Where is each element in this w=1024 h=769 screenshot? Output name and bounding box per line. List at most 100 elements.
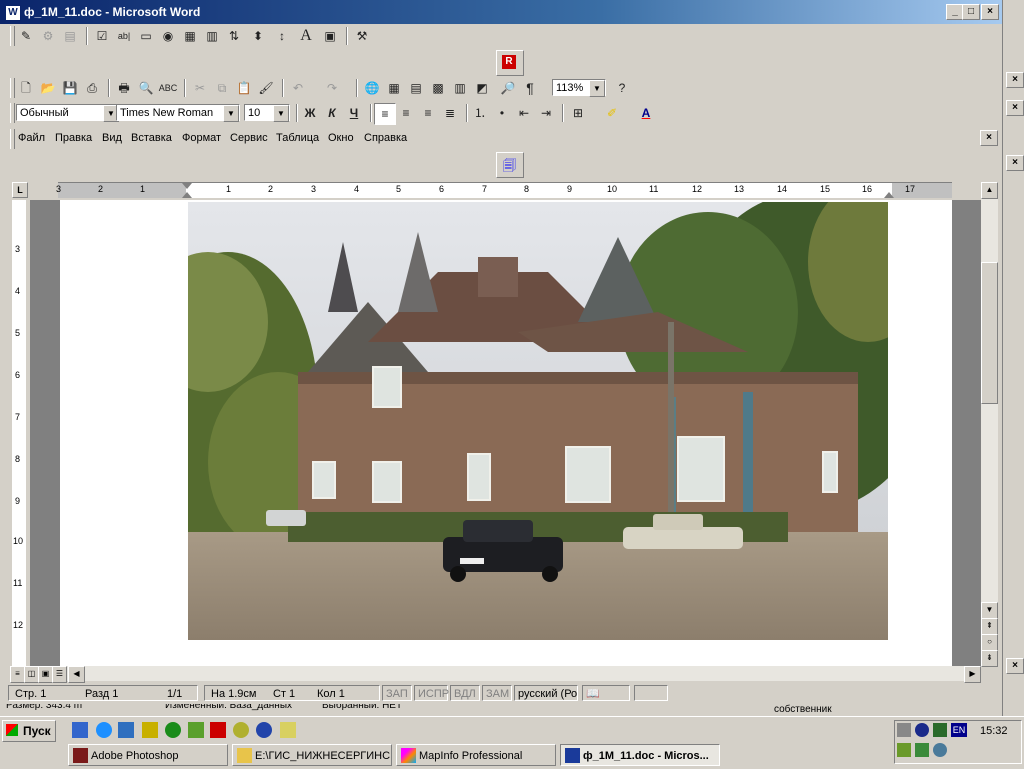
taskbar-item-photoshop[interactable]: Adobe Photoshop xyxy=(68,744,228,766)
tables-borders-icon[interactable]: ▦ xyxy=(384,78,404,98)
decrease-indent-icon[interactable]: ⇤ xyxy=(514,103,534,123)
drawing-icon[interactable]: ◩ xyxy=(472,78,492,98)
insert-excel-icon[interactable]: ▩ xyxy=(428,78,448,98)
right-indent-marker[interactable] xyxy=(884,192,894,198)
draw-table-icon[interactable]: ✎ xyxy=(16,26,36,46)
tray-mapinfo-icon[interactable] xyxy=(897,743,911,757)
help-icon[interactable]: ? xyxy=(612,78,632,98)
mapinfo-quick-icon[interactable] xyxy=(188,722,204,738)
cut-icon[interactable]: ✂ xyxy=(190,78,210,98)
status-ext[interactable]: ВДЛ xyxy=(450,685,480,701)
status-rec[interactable]: ЗАП xyxy=(382,685,412,701)
copy-icon[interactable]: ⧉ xyxy=(212,78,232,98)
radio-field-icon[interactable]: ◉ xyxy=(158,26,178,46)
dropdown-field-icon[interactable]: ▭ xyxy=(136,26,156,46)
outline-view-icon[interactable]: ☰ xyxy=(52,666,67,683)
volume-icon[interactable] xyxy=(897,723,911,737)
bold-button[interactable]: Ж xyxy=(300,103,320,123)
numbering-icon[interactable]: ⒈ xyxy=(470,103,490,123)
first-line-indent-marker[interactable] xyxy=(182,183,192,189)
picture-tool-icon[interactable]: 🗐 xyxy=(503,157,516,179)
menu-edit[interactable]: Правка xyxy=(55,132,92,144)
start-button[interactable]: Пуск xyxy=(2,720,56,742)
checkbox-field-icon[interactable]: ☑ xyxy=(92,26,112,46)
web-view-icon[interactable]: ◫ xyxy=(24,666,39,683)
frame-icon[interactable]: ▦ xyxy=(180,26,200,46)
bg-close-icon[interactable]: × xyxy=(1006,100,1024,116)
spelling-icon[interactable]: ABC xyxy=(158,78,178,98)
new-document-icon[interactable]: 🗋 xyxy=(16,78,36,98)
vertical-ruler[interactable]: 3 4 5 6 7 8 9 10 11 12 xyxy=(12,200,26,666)
chevron-down-icon[interactable]: ▼ xyxy=(273,105,289,122)
show-desktop-icon[interactable] xyxy=(72,722,88,738)
vertical-scrollbar[interactable]: ▲ ▼ ⇞ ○ ⇟ xyxy=(981,182,998,667)
scroll-right-icon[interactable]: ▶ xyxy=(964,666,981,683)
language-indicator[interactable]: EN xyxy=(951,723,967,737)
style-combo[interactable]: Обычный ▼ xyxy=(16,104,120,122)
columns-icon[interactable]: ▥ xyxy=(450,78,470,98)
taskbar-item-explorer[interactable]: E:\ГИС_НИЖНЕСЕРГИНС... xyxy=(232,744,392,766)
highlight-icon[interactable]: ✐ xyxy=(602,103,622,123)
word-app-icon[interactable]: W xyxy=(5,5,21,21)
bg-close-icon[interactable]: × xyxy=(1006,658,1024,674)
font-combo[interactable]: Times New Roman ▼ xyxy=(116,104,240,122)
show-hide-icon[interactable]: ¶ xyxy=(520,78,540,98)
horizontal-ruler[interactable]: 3 2 1 1 2 3 4 5 6 7 8 9 10 11 12 13 14 1… xyxy=(56,182,952,198)
menu-close-button[interactable]: × xyxy=(980,130,998,146)
scroll-up-icon[interactable]: ▲ xyxy=(981,182,998,199)
document-map-icon[interactable]: 🔎 xyxy=(498,78,518,98)
undo-icon[interactable]: ↶ xyxy=(288,78,308,98)
spelling-status-icon[interactable]: 📖 xyxy=(582,685,630,701)
taskbar-item-word[interactable]: ф_1М_11.doc - Micros... xyxy=(560,744,720,766)
align-icon[interactable]: ⇅ xyxy=(224,26,244,46)
quick-launch-icon[interactable] xyxy=(142,722,158,738)
scroll-down-icon[interactable]: ▼ xyxy=(981,602,998,619)
maximize-button[interactable]: □ xyxy=(962,4,980,20)
3d-app-icon[interactable] xyxy=(256,722,272,738)
tray-search-icon[interactable] xyxy=(933,743,947,757)
text-field-icon[interactable]: ab| xyxy=(114,26,134,46)
italic-button[interactable]: К xyxy=(322,103,342,123)
print-merge-icon[interactable]: ⎙ xyxy=(82,78,102,98)
borders-icon[interactable]: ⊞ xyxy=(568,103,588,123)
menu-format[interactable]: Формат xyxy=(182,132,221,144)
save-icon[interactable]: 💾 xyxy=(60,78,80,98)
chevron-down-icon[interactable]: ▼ xyxy=(223,105,239,122)
bg-close-icon[interactable]: × xyxy=(1006,72,1024,88)
house-photo[interactable] xyxy=(188,202,888,640)
menu-tools[interactable]: Сервис xyxy=(230,132,268,144)
form-table-icon[interactable]: ▥ xyxy=(202,26,222,46)
previous-page-icon[interactable]: ⇞ xyxy=(981,618,998,635)
picture-icon[interactable]: ▣ xyxy=(320,26,340,46)
menu-file[interactable]: Файл xyxy=(18,132,45,144)
outlook-icon[interactable] xyxy=(118,722,134,738)
font-size-combo[interactable]: 10 ▼ xyxy=(244,104,290,122)
horizontal-scrollbar[interactable]: ≡ ◫ ▣ ☰ ◀ ▶ xyxy=(10,666,981,683)
format-painter-icon[interactable]: 🖌 xyxy=(256,78,276,98)
clock[interactable]: 15:32 xyxy=(980,725,1008,737)
next-page-icon[interactable]: ⇟ xyxy=(981,650,998,667)
title-bar[interactable]: W ф_1М_11.doc - Microsoft Word _ □ × xyxy=(0,0,1002,24)
align-right-icon[interactable]: ≡ xyxy=(418,103,438,123)
form-option-icon[interactable]: ⚙ xyxy=(38,26,58,46)
print-icon[interactable]: 🖶 xyxy=(114,78,134,98)
redo-icon[interactable]: ↷ xyxy=(322,78,342,98)
menu-table[interactable]: Таблица xyxy=(276,132,319,144)
increase-indent-icon[interactable]: ⇥ xyxy=(536,103,556,123)
left-indent-marker[interactable] xyxy=(182,192,192,198)
justify-icon[interactable]: ≣ xyxy=(440,103,460,123)
menu-view[interactable]: Вид xyxy=(102,132,122,144)
print-preview-icon[interactable]: 🔍 xyxy=(136,78,156,98)
tray-security-icon[interactable] xyxy=(915,743,929,757)
toolbar-grip[interactable] xyxy=(10,26,15,46)
network-icon[interactable] xyxy=(915,723,929,737)
form-shade-icon[interactable]: ▤ xyxy=(60,26,80,46)
select-browse-object-icon[interactable]: ○ xyxy=(981,634,998,651)
menu-window[interactable]: Окно xyxy=(328,132,354,144)
insert-table-icon[interactable]: ▤ xyxy=(406,78,426,98)
step-icon[interactable]: ↕ xyxy=(272,26,292,46)
tray-app-icon[interactable] xyxy=(933,723,947,737)
status-ovr[interactable]: ЗАМ xyxy=(482,685,512,701)
spin-icon[interactable]: ⬍ xyxy=(248,26,268,46)
internet-explorer-icon[interactable] xyxy=(96,722,112,738)
